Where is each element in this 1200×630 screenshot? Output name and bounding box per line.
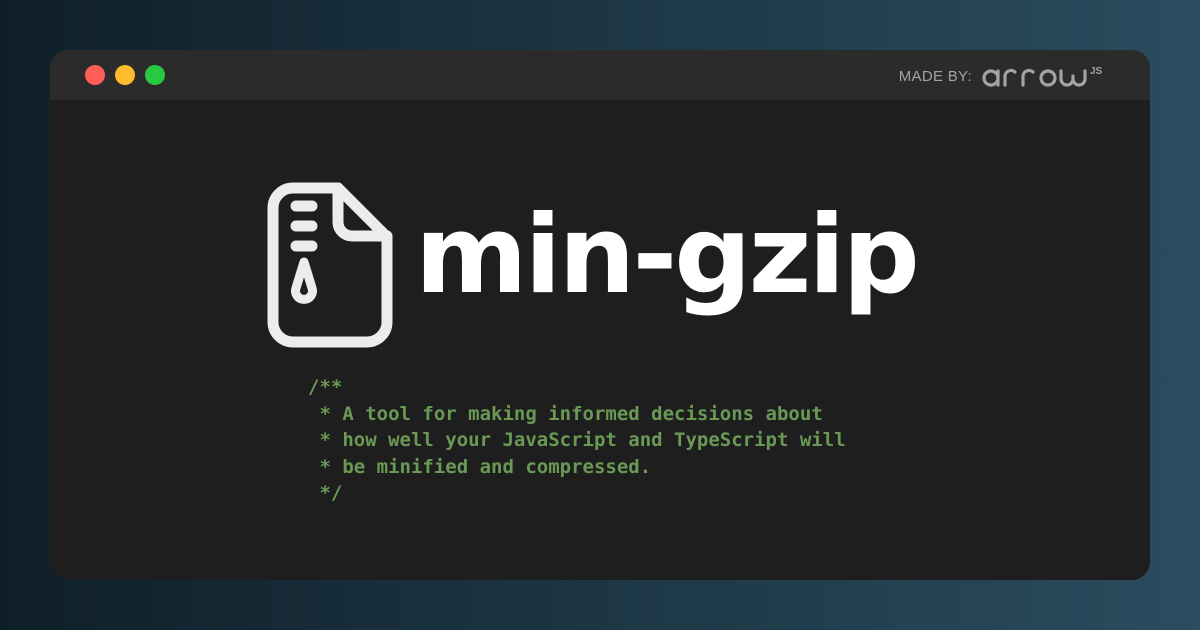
comment-line: * be minified and compressed.	[308, 455, 652, 478]
close-window-button[interactable]	[85, 65, 105, 85]
app-window: MADE BY: JS min-gzip /** * A tool for ma…	[50, 50, 1150, 580]
description-comment: /** * A tool for making informed decisio…	[308, 374, 846, 507]
comment-line: * how well your JavaScript and TypeScrip…	[308, 429, 846, 451]
zip-file-icon	[267, 182, 393, 348]
arrow-js-suffix: JS	[1090, 66, 1103, 77]
minimize-window-button[interactable]	[115, 65, 135, 85]
arrow-js-logo[interactable]: JS	[982, 63, 1122, 89]
comment-line: */	[308, 482, 343, 504]
page-title: min-gzip	[415, 193, 920, 318]
comment-line: /**	[308, 376, 343, 398]
title-bar: MADE BY: JS	[50, 50, 1150, 100]
maximize-window-button[interactable]	[145, 65, 165, 85]
hero: min-gzip	[265, 180, 945, 350]
made-by-label: MADE BY:	[898, 68, 972, 85]
comment-line: * A tool for making informed decisions a…	[308, 402, 823, 425]
